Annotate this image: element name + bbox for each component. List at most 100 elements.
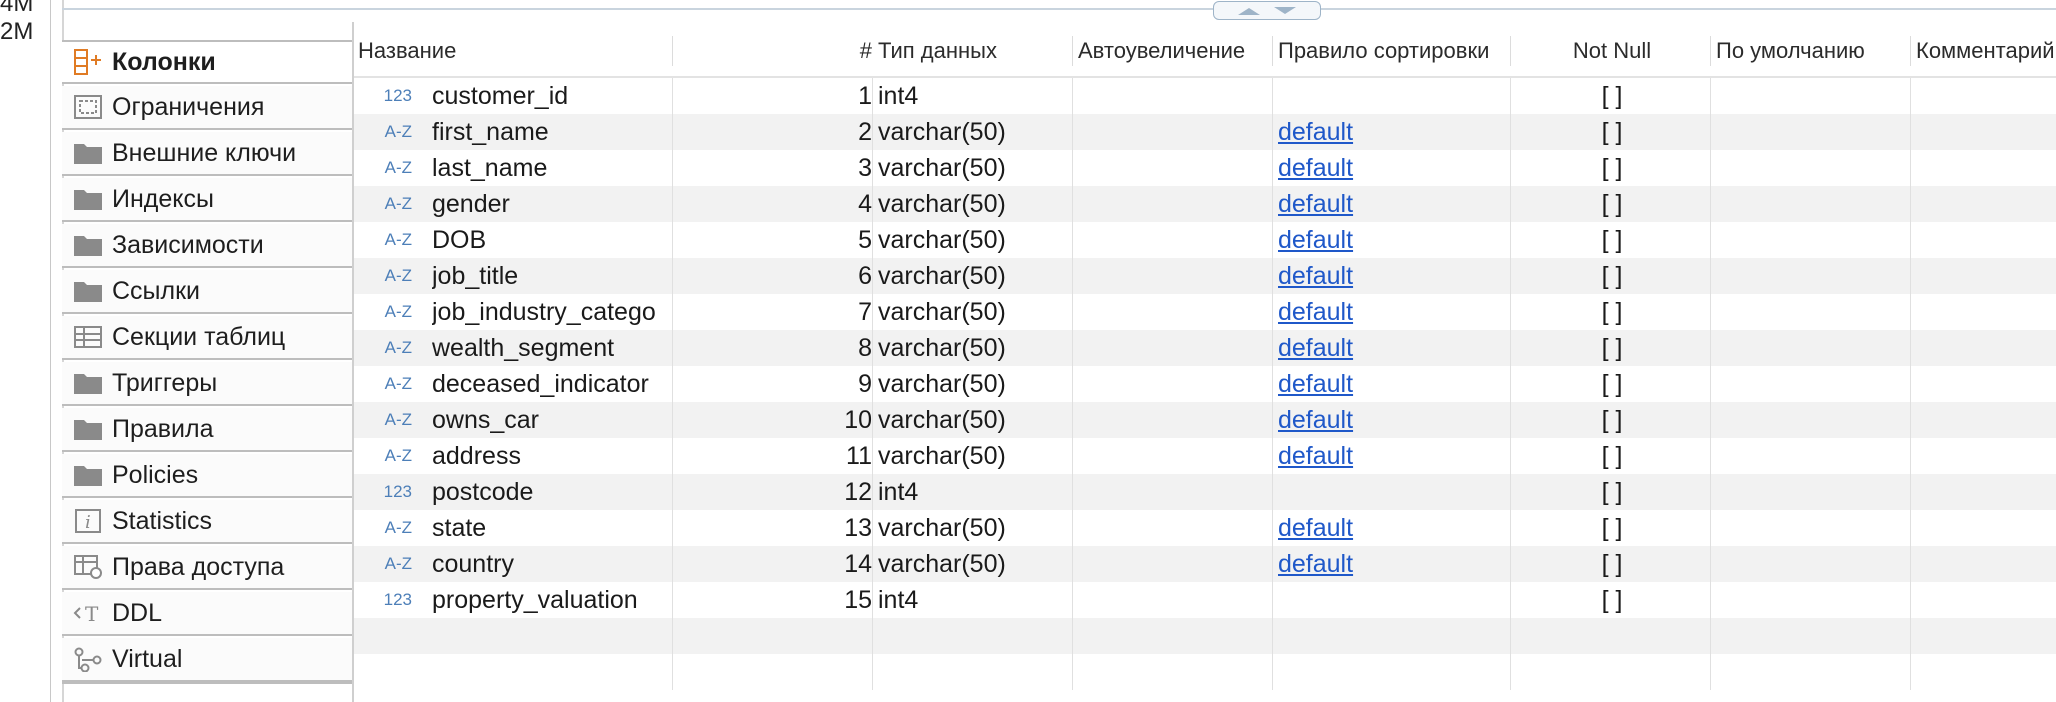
- not-null-checkbox[interactable]: [ ]: [1514, 510, 1710, 546]
- data-type-cell[interactable]: varchar(50): [878, 186, 1068, 222]
- ordinal-cell[interactable]: 13: [794, 510, 872, 546]
- data-type-cell[interactable]: varchar(50): [878, 438, 1068, 474]
- column-header-data-type[interactable]: Тип данных: [878, 36, 1068, 66]
- not-null-checkbox[interactable]: [ ]: [1514, 474, 1710, 510]
- table-row[interactable]: 123 customer_id 1 int4 [ ]: [354, 78, 2056, 114]
- collation-link[interactable]: default: [1278, 150, 1398, 186]
- table-row[interactable]: 123 property_valuation 15 int4 [ ]: [354, 582, 2056, 618]
- table-row[interactable]: A-Z job_industry_catego 7 varchar(50) defaul…: [354, 294, 2056, 330]
- not-null-checkbox[interactable]: [ ]: [1514, 402, 1710, 438]
- sidebar-item-virtual[interactable]: Virtual: [62, 638, 352, 682]
- column-name-cell[interactable]: customer_id: [432, 78, 672, 114]
- column-name-cell[interactable]: state: [432, 510, 672, 546]
- column-name-cell[interactable]: DOB: [432, 222, 672, 258]
- table-row[interactable]: A-Z gender 4 varchar(50) default [ ]: [354, 186, 2056, 222]
- sidebar-item-table-partitions[interactable]: Секции таблиц: [62, 316, 352, 360]
- not-null-checkbox[interactable]: [ ]: [1514, 222, 1710, 258]
- sidebar-item-constraints[interactable]: Ограничения: [62, 86, 352, 130]
- ordinal-cell[interactable]: 9: [794, 366, 872, 402]
- ordinal-cell[interactable]: 8: [794, 330, 872, 366]
- ordinal-cell[interactable]: 12: [794, 474, 872, 510]
- column-name-cell[interactable]: job_industry_catego: [432, 294, 672, 330]
- column-separator[interactable]: [1072, 36, 1073, 66]
- column-name-cell[interactable]: job_title: [432, 258, 672, 294]
- table-row[interactable]: 123 postcode 12 int4 [ ]: [354, 474, 2056, 510]
- sidebar-item-columns[interactable]: Колонки: [62, 40, 352, 84]
- table-row[interactable]: A-Z last_name 3 varchar(50) default [ ]: [354, 150, 2056, 186]
- column-header-default[interactable]: По умолчанию: [1716, 36, 1912, 66]
- collation-link[interactable]: default: [1278, 510, 1398, 546]
- collation-link[interactable]: [1278, 78, 1398, 114]
- ordinal-cell[interactable]: 3: [794, 150, 872, 186]
- ordinal-cell[interactable]: 15: [794, 582, 872, 618]
- column-name-cell[interactable]: first_name: [432, 114, 672, 150]
- collation-link[interactable]: default: [1278, 402, 1398, 438]
- table-row[interactable]: A-Z state 13 varchar(50) default [ ]: [354, 510, 2056, 546]
- table-row[interactable]: A-Z owns_car 10 varchar(50) default [ ]: [354, 402, 2056, 438]
- collation-link[interactable]: default: [1278, 186, 1398, 222]
- column-header-number[interactable]: #: [854, 36, 872, 66]
- collation-link[interactable]: default: [1278, 222, 1398, 258]
- ordinal-cell[interactable]: 1: [794, 78, 872, 114]
- column-header-comment[interactable]: Комментарий: [1916, 36, 2056, 66]
- sidebar-item-triggers[interactable]: Триггеры: [62, 362, 352, 406]
- not-null-checkbox[interactable]: [ ]: [1514, 150, 1710, 186]
- column-separator[interactable]: [672, 36, 673, 66]
- ordinal-cell[interactable]: 14: [794, 546, 872, 582]
- data-type-cell[interactable]: varchar(50): [878, 258, 1068, 294]
- data-type-cell[interactable]: int4: [878, 474, 1068, 510]
- column-separator[interactable]: [1710, 36, 1711, 66]
- data-type-cell[interactable]: varchar(50): [878, 330, 1068, 366]
- column-name-cell[interactable]: owns_car: [432, 402, 672, 438]
- data-type-cell[interactable]: varchar(50): [878, 150, 1068, 186]
- collation-link[interactable]: default: [1278, 330, 1398, 366]
- sidebar-item-references[interactable]: Ссылки: [62, 270, 352, 314]
- collation-link[interactable]: default: [1278, 546, 1398, 582]
- ordinal-cell[interactable]: 6: [794, 258, 872, 294]
- column-header-auto-increment[interactable]: Автоувеличение: [1078, 36, 1274, 66]
- collation-link[interactable]: default: [1278, 258, 1398, 294]
- table-row[interactable]: A-Z job_title 6 varchar(50) default [ ]: [354, 258, 2056, 294]
- table-row[interactable]: A-Z wealth_segment 8 varchar(50) default [ ]: [354, 330, 2056, 366]
- sidebar-item-policies[interactable]: Policies: [62, 454, 352, 498]
- not-null-checkbox[interactable]: [ ]: [1514, 330, 1710, 366]
- sidebar-item-foreign-keys[interactable]: Внешние ключи: [62, 132, 352, 176]
- collation-link[interactable]: default: [1278, 366, 1398, 402]
- empty-row[interactable]: [354, 654, 2056, 690]
- sidebar-item-dependencies[interactable]: Зависимости: [62, 224, 352, 268]
- table-row[interactable]: A-Z address 11 varchar(50) default [ ]: [354, 438, 2056, 474]
- not-null-checkbox[interactable]: [ ]: [1514, 546, 1710, 582]
- sidebar-item-statistics[interactable]: i Statistics: [62, 500, 352, 544]
- column-name-cell[interactable]: country: [432, 546, 672, 582]
- data-type-cell[interactable]: int4: [878, 78, 1068, 114]
- collation-link[interactable]: default: [1278, 294, 1398, 330]
- column-header-collation[interactable]: Правило сортировки: [1278, 36, 1512, 66]
- not-null-checkbox[interactable]: [ ]: [1514, 366, 1710, 402]
- empty-row[interactable]: [354, 618, 2056, 654]
- collapse-panel-button[interactable]: [1213, 1, 1321, 20]
- not-null-checkbox[interactable]: [ ]: [1514, 582, 1710, 618]
- column-separator[interactable]: [1510, 36, 1511, 66]
- data-type-cell[interactable]: varchar(50): [878, 366, 1068, 402]
- ordinal-cell[interactable]: 4: [794, 186, 872, 222]
- data-type-cell[interactable]: varchar(50): [878, 222, 1068, 258]
- column-name-cell[interactable]: address: [432, 438, 672, 474]
- not-null-checkbox[interactable]: [ ]: [1514, 438, 1710, 474]
- ordinal-cell[interactable]: 2: [794, 114, 872, 150]
- collation-link[interactable]: [1278, 582, 1398, 618]
- column-name-cell[interactable]: property_valuation: [432, 582, 672, 618]
- not-null-checkbox[interactable]: [ ]: [1514, 114, 1710, 150]
- collation-link[interactable]: default: [1278, 114, 1398, 150]
- table-row[interactable]: A-Z deceased_indicator 9 varchar(50) default…: [354, 366, 2056, 402]
- table-row[interactable]: A-Z first_name 2 varchar(50) default [ ]: [354, 114, 2056, 150]
- column-separator[interactable]: [1272, 36, 1273, 66]
- data-type-cell[interactable]: varchar(50): [878, 402, 1068, 438]
- collation-link[interactable]: default: [1278, 438, 1398, 474]
- table-row[interactable]: A-Z DOB 5 varchar(50) default [ ]: [354, 222, 2056, 258]
- ordinal-cell[interactable]: 7: [794, 294, 872, 330]
- table-row[interactable]: A-Z country 14 varchar(50) default [ ]: [354, 546, 2056, 582]
- ordinal-cell[interactable]: 5: [794, 222, 872, 258]
- sidebar-item-permissions[interactable]: Права доступа: [62, 546, 352, 590]
- data-type-cell[interactable]: varchar(50): [878, 294, 1068, 330]
- not-null-checkbox[interactable]: [ ]: [1514, 186, 1710, 222]
